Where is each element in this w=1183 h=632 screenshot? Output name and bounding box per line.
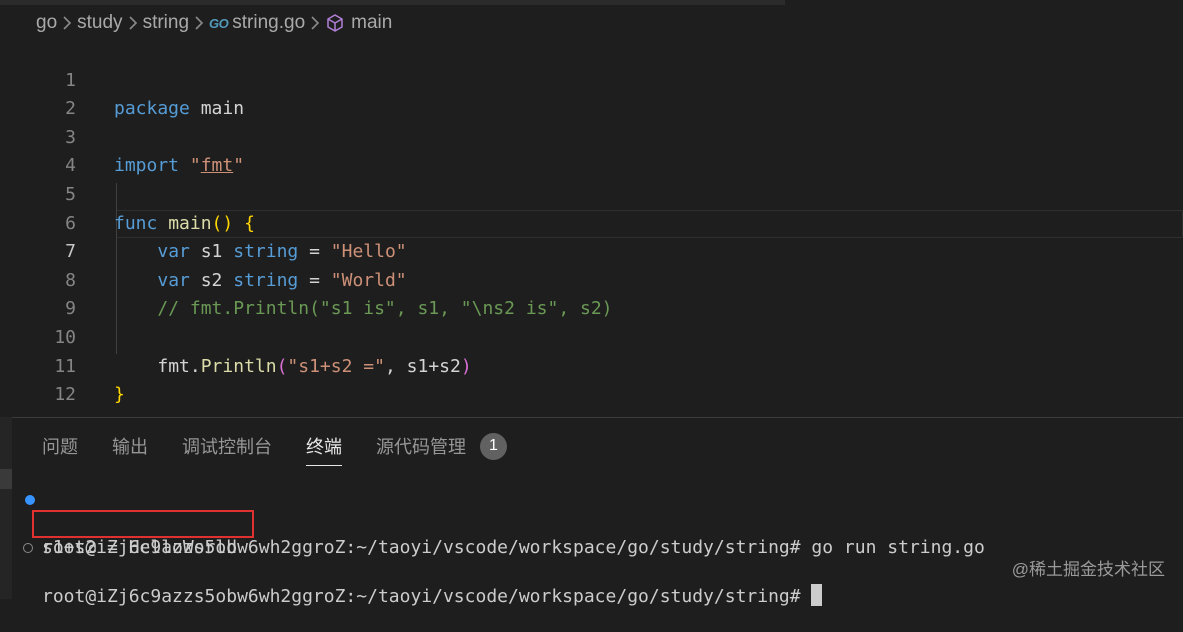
tab-label: 调试控制台: [182, 437, 272, 457]
line-number: 12: [54, 384, 76, 406]
tab-label: 源代码管理: [376, 437, 466, 457]
chevron-right-icon: [128, 15, 138, 31]
terminal-line: root@iZj6c9azzs5obw6wh2ggroZ:~/taoyi/vsc…: [12, 488, 985, 558]
code-line: 9: [0, 267, 1183, 319]
source-control-badge: 1: [480, 432, 507, 460]
go-file-icon: GO: [209, 15, 229, 31]
code-line: 5 func main() {: [0, 152, 1183, 234]
code-line-active: 7 var s2 string = "World": [0, 210, 1183, 291]
terminal-cursor: [811, 584, 823, 606]
breadcrumb-item-main[interactable]: main: [351, 12, 392, 34]
code-line: 8 // fmt.Println("s1 is", s1, "\ns2 is",…: [0, 238, 1183, 320]
code-editor[interactable]: 1 package main 2 3 import "fmt" 4 5 func…: [0, 38, 1183, 413]
terminal-prompt: root@iZj6c9azzs5obw6wh2ggroZ:~/taoyi/vsc…: [42, 586, 812, 607]
tab-problems[interactable]: 问题: [42, 418, 78, 474]
code-line: 6 var s1 string = "Hello": [0, 181, 1183, 263]
breadcrumb-item-study[interactable]: study: [77, 12, 122, 34]
tab-output[interactable]: 输出: [112, 418, 148, 474]
terminal-line: root@iZj6c9azzs5obw6wh2ggroZ:~/taoyi/vsc…: [12, 536, 823, 607]
code-line: 3 import "fmt": [0, 95, 1183, 177]
activity-strip: [0, 417, 12, 599]
method-cube-icon: [325, 13, 345, 33]
watermark: @稀土掘金技术社区: [1011, 560, 1165, 579]
tab-source-control[interactable]: 源代码管理 1: [376, 418, 507, 474]
tab-label: 问题: [42, 437, 78, 457]
code-line: 4: [0, 124, 1183, 176]
tab-terminal[interactable]: 终端: [306, 418, 342, 474]
code-line: 1 package main: [0, 38, 1183, 120]
chevron-right-icon: [310, 15, 320, 31]
breadcrumb-item-string[interactable]: string: [143, 12, 189, 34]
tab-label: 输出: [112, 437, 148, 457]
code-line: 2: [0, 67, 1183, 119]
scroll-marker: [0, 469, 12, 489]
code-line: 10 fmt.Println("s1+s2 =", s1+s2): [0, 295, 1183, 377]
chevron-right-icon: [194, 15, 204, 31]
bottom-panel: 问题 输出 调试控制台 终端 源代码管理 1 root@iZj6c9azzs5ob…: [12, 417, 1183, 607]
tab-debug-console[interactable]: 调试控制台: [182, 418, 272, 474]
breadcrumb-item-file[interactable]: string.go: [232, 12, 305, 34]
code-line: 11 }: [0, 324, 1183, 406]
chevron-right-icon: [62, 15, 72, 31]
code-token: }: [114, 384, 125, 406]
panel-tabs: 问题 输出 调试控制台 终端 源代码管理 1: [42, 418, 541, 474]
terminal-line: s1+s2 = HelloWorld: [12, 512, 237, 558]
command-pending-dot-icon[interactable]: [23, 543, 33, 553]
code-line: 12: [0, 353, 1183, 405]
tab-label: 终端: [306, 437, 342, 457]
breadcrumb-item-go[interactable]: go: [36, 12, 57, 34]
command-success-dot-icon[interactable]: [25, 495, 35, 505]
